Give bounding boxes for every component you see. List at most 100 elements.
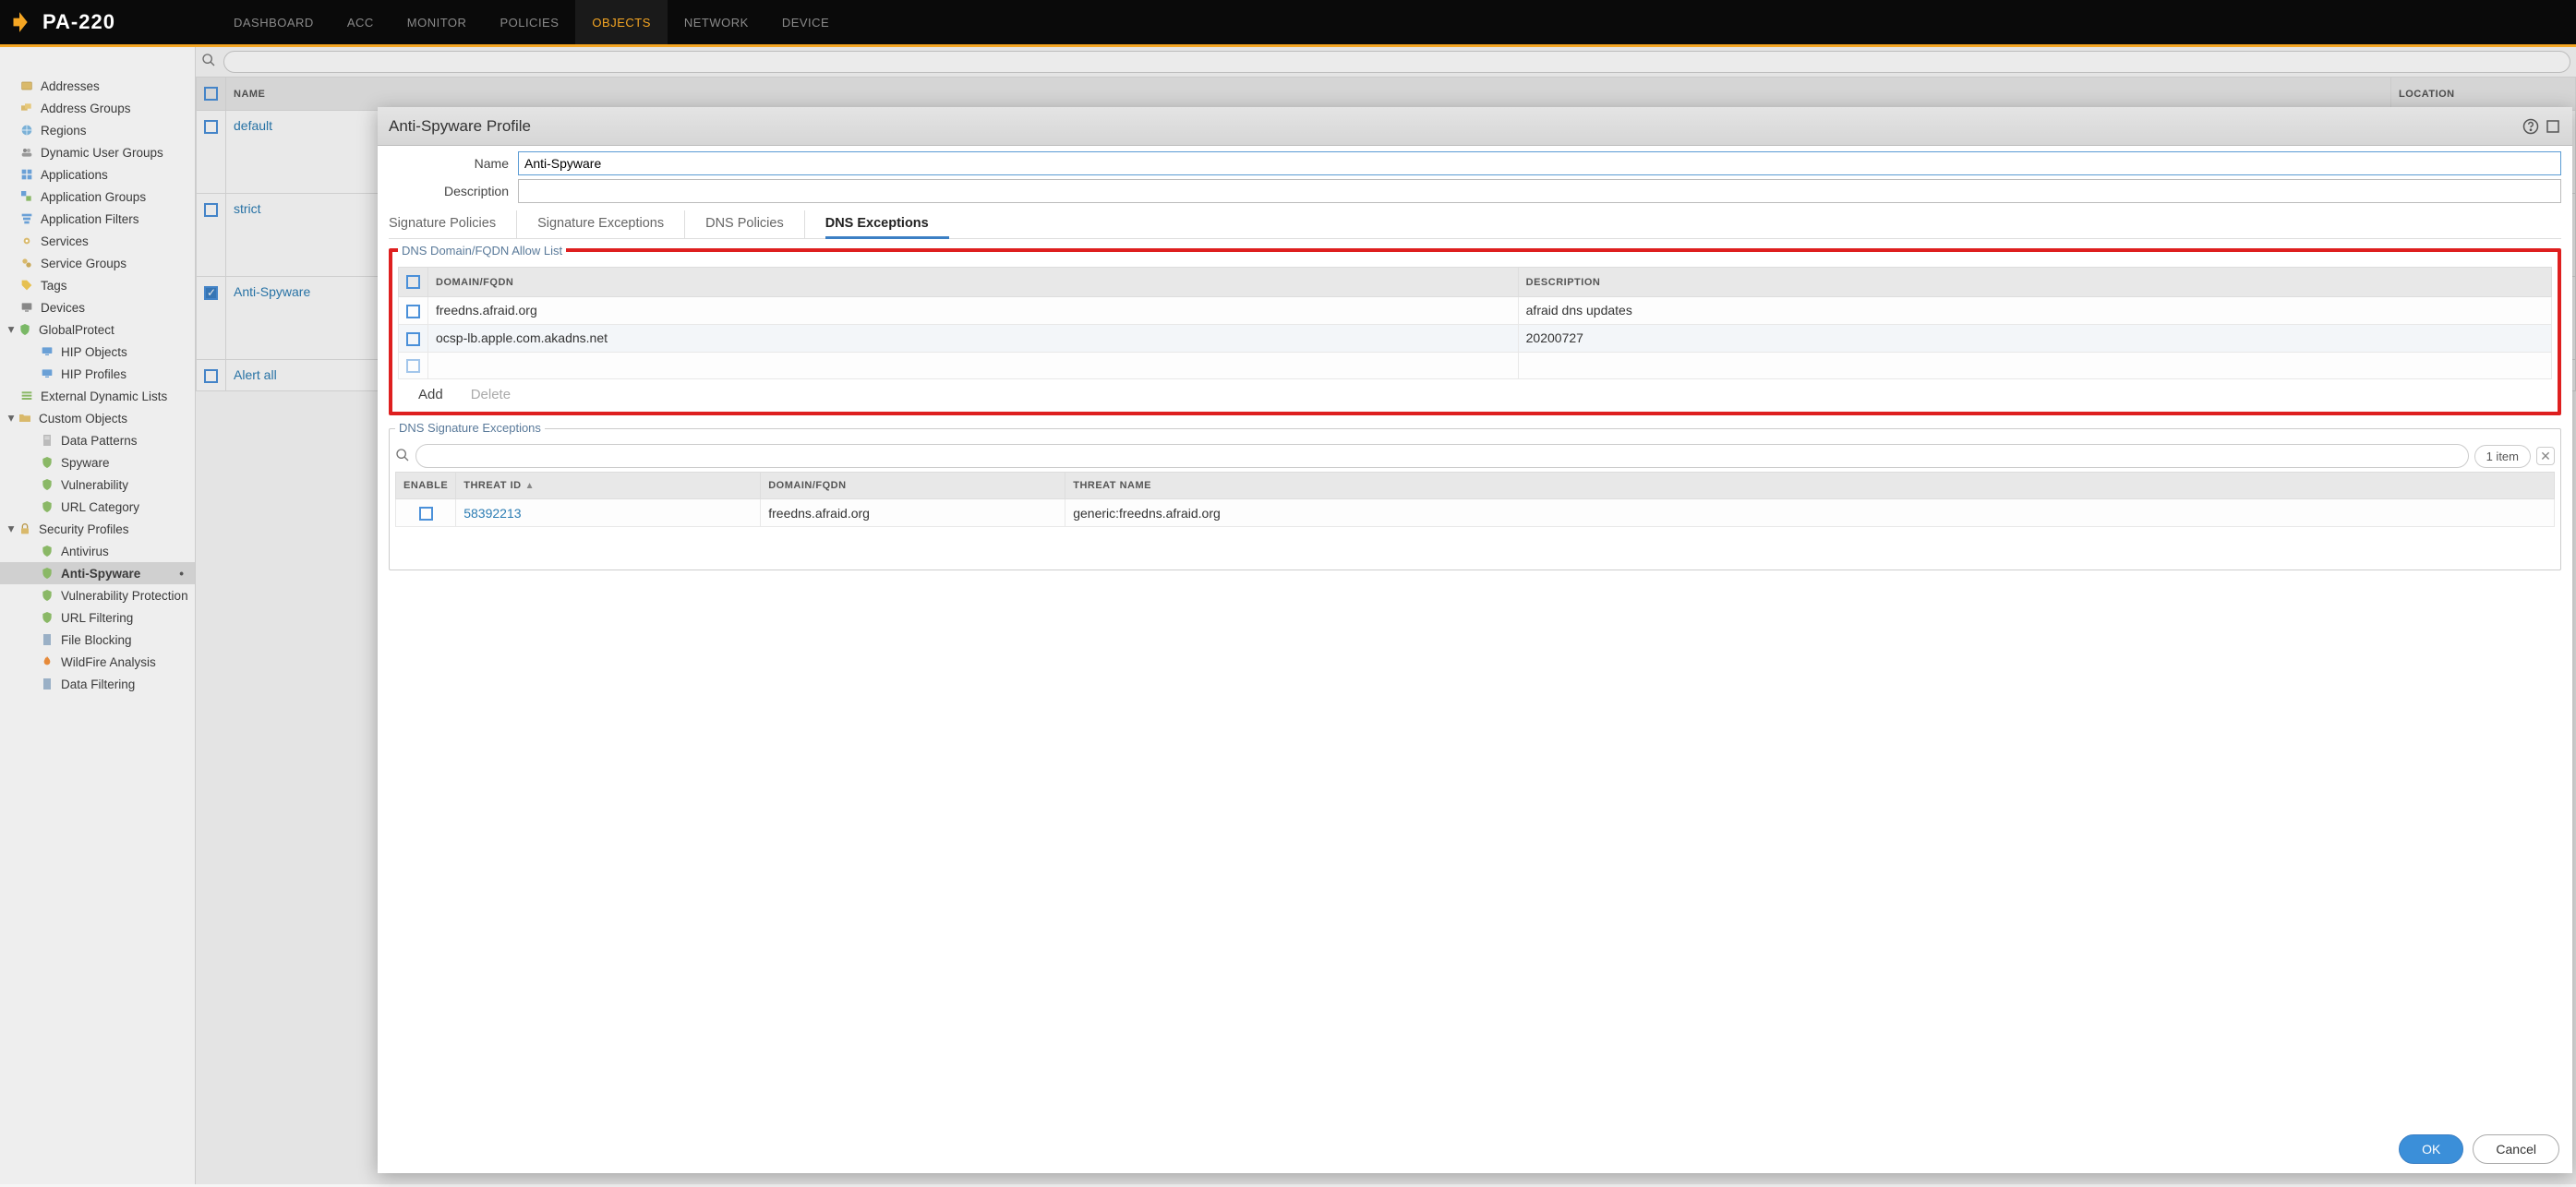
sidebar-item-file-blocking[interactable]: File Blocking [0,629,195,651]
name-label: Name [389,156,518,171]
sidebar-item-vulnerability-protection[interactable]: Vulnerability Protection [0,584,195,606]
row-checkbox[interactable] [406,305,420,318]
sidebar-item-application-filters[interactable]: Application Filters [0,208,195,230]
sidebar-item-label: Vulnerability Protection [61,589,188,603]
sidebar-item-dynamic-user-groups[interactable]: Dynamic User Groups [0,141,195,163]
nav-tab-device[interactable]: DEVICE [765,0,846,44]
sidebar-item-security-profiles[interactable]: ▾Security Profiles [0,518,195,540]
sidebar-item-label: GlobalProtect [39,323,114,337]
sidebar-item-label: Application Groups [41,190,146,204]
chevron-down-icon[interactable]: ▾ [6,413,17,424]
allow-description[interactable]: 20200727 [1518,324,2551,352]
sidebar-item-antivirus[interactable]: Antivirus [0,540,195,562]
lock-icon [17,521,33,537]
search-icon [395,448,410,465]
nav-tab-network[interactable]: NETWORK [668,0,765,44]
allow-domain[interactable]: ocsp-lb.apple.com.akadns.net [428,324,1519,352]
device-icon [18,299,35,316]
add-button[interactable]: Add [418,387,443,402]
sidebar-item-data-filtering[interactable]: Data Filtering [0,673,195,695]
grid-filter-icon [18,210,35,227]
file-icon [39,676,55,692]
sidebar-item-regions[interactable]: Regions [0,119,195,141]
nav-tab-monitor[interactable]: MONITOR [391,0,484,44]
sidebar-item-label: Antivirus [61,545,109,558]
shield-icon [39,565,55,582]
box-icon [18,78,35,94]
chevron-down-icon[interactable]: ▾ [6,523,17,534]
row-checkbox[interactable] [406,359,420,373]
nav-tab-acc[interactable]: ACC [331,0,391,44]
cancel-button[interactable]: Cancel [2473,1134,2559,1164]
tab-dns-exceptions[interactable]: DNS Exceptions [825,210,949,239]
sidebar-item-url-filtering[interactable]: URL Filtering [0,606,195,629]
sig-search-input[interactable] [415,444,2469,468]
sidebar-item-label: Services [41,234,89,248]
sidebar-item-address-groups[interactable]: Address Groups [0,97,195,119]
grid-group-icon [18,188,35,205]
enable-checkbox[interactable] [419,507,433,521]
sidebar-item-label: URL Filtering [61,611,133,625]
sidebar-item-applications[interactable]: Applications [0,163,195,186]
sidebar-item-wildfire-analysis[interactable]: WildFire Analysis [0,651,195,673]
sidebar-item-label: HIP Objects [61,345,127,359]
gear-icon [18,233,35,249]
sidebar-item-label: Tags [41,279,67,293]
sidebar-item-hip-profiles[interactable]: HIP Profiles [0,363,195,385]
anti-spyware-profile-dialog: Anti-Spyware Profile Name Description Si… [378,107,2572,1173]
sidebar-item-services[interactable]: Services [0,230,195,252]
sidebar-item-url-category[interactable]: URL Category [0,496,195,518]
allow-list-table: DOMAIN/FQDN DESCRIPTION freedns.afraid.o… [398,267,2552,379]
top-bar: PA-220 DASHBOARDACCMONITORPOLICIESOBJECT… [0,0,2576,47]
allow-list-legend: DNS Domain/FQDN Allow List [398,244,566,258]
sidebar-item-label: Regions [41,124,87,138]
threat-id-link[interactable]: 58392213 [463,506,521,521]
profile-tabs: Signature Policies Signature Exceptions DN… [389,210,2561,239]
sidebar-item-devices[interactable]: Devices [0,296,195,318]
sidebar-item-spyware[interactable]: Spyware [0,451,195,474]
shield-globe-icon [17,321,33,338]
chevron-down-icon[interactable]: ▾ [6,324,17,335]
tab-signature-policies[interactable]: Signature Policies [389,210,517,238]
nav-tab-policies[interactable]: POLICIES [483,0,575,44]
nav-tab-dashboard[interactable]: DASHBOARD [217,0,331,44]
col-enable: ENABLE [396,473,456,499]
maximize-icon[interactable] [2545,118,2561,135]
name-input[interactable] [518,151,2561,175]
product-name: PA-220 [42,10,115,34]
sig-threat-name: generic:freedns.afraid.org [1065,499,2555,527]
sidebar-item-application-groups[interactable]: Application Groups [0,186,195,208]
sidebar-item-service-groups[interactable]: Service Groups [0,252,195,274]
col-threat-id: THREAT ID▲ [456,473,761,499]
help-icon[interactable] [2522,118,2539,135]
shield-icon [39,476,55,493]
ok-button[interactable]: OK [2399,1134,2463,1164]
tab-signature-exceptions[interactable]: Signature Exceptions [537,210,685,238]
sidebar-item-custom-objects[interactable]: ▾Custom Objects [0,407,195,429]
nav-tab-objects[interactable]: OBJECTS [575,0,667,44]
allow-check-all[interactable] [406,275,420,289]
description-input[interactable] [518,179,2561,203]
sig-domain: freedns.afraid.org [761,499,1065,527]
sidebar-item-hip-objects[interactable]: HIP Objects [0,341,195,363]
delete-button[interactable]: Delete [471,387,511,402]
sidebar-item-label: URL Category [61,500,139,514]
sidebar-item-globalprotect[interactable]: ▾ GlobalProtect [0,318,195,341]
sidebar-item-anti-spyware[interactable]: Anti-Spyware [0,562,195,584]
boxes-icon [18,100,35,116]
nav-tabs: DASHBOARDACCMONITORPOLICIESOBJECTSNETWOR… [217,0,846,44]
sidebar-item-tags[interactable]: Tags [0,274,195,296]
product-logo: PA-220 [7,10,115,34]
sidebar-item-external-dynamic-lists[interactable]: External Dynamic Lists [0,385,195,407]
sidebar-item-vulnerability[interactable]: Vulnerability [0,474,195,496]
row-checkbox[interactable] [406,332,420,346]
sidebar-item-data-patterns[interactable]: Data Patterns [0,429,195,451]
clear-icon[interactable]: ✕ [2536,447,2555,465]
tab-dns-policies[interactable]: DNS Policies [705,210,805,238]
allow-description[interactable]: afraid dns updates [1518,297,2551,325]
dialog-title: Anti-Spyware Profile [389,117,531,136]
users-icon [18,144,35,161]
sidebar-item-label: Applications [41,168,108,182]
sidebar-item-addresses[interactable]: Addresses [0,75,195,97]
allow-domain[interactable]: freedns.afraid.org [428,297,1519,325]
